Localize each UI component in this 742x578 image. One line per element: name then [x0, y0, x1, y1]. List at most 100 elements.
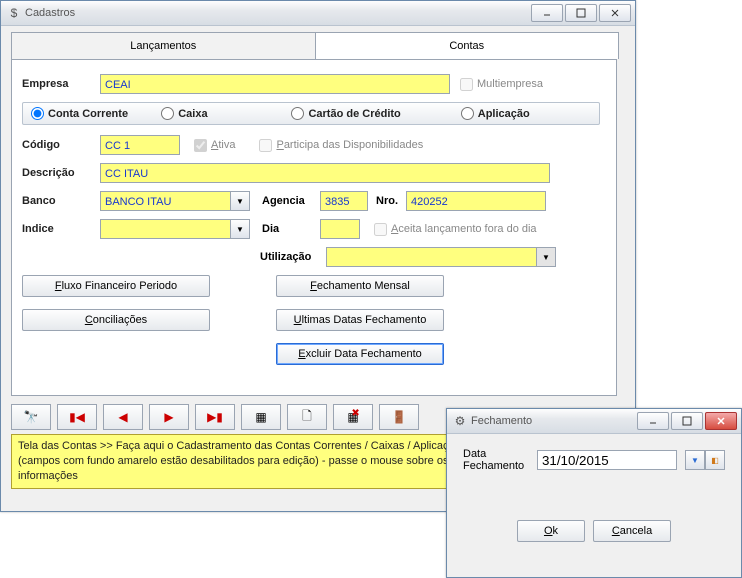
- dialog-icon: ⚙: [453, 414, 467, 428]
- combo-utilizacao[interactable]: ▼: [326, 247, 556, 267]
- chk-ativa-box[interactable]: [194, 139, 207, 152]
- tab-contas[interactable]: Contas: [316, 33, 619, 59]
- label-indice: Indice: [22, 223, 100, 235]
- nav-search[interactable]: 🔭: [11, 404, 51, 430]
- row-indice: Indice ▼ Dia Aceita lançamento fora do d…: [22, 219, 606, 239]
- input-banco[interactable]: BANCO ITAU: [100, 191, 230, 211]
- input-data-fechamento[interactable]: [537, 450, 677, 470]
- chk-ativa-label: Ativa: [211, 139, 235, 151]
- dialog-titlebar: ⚙ Fechamento: [447, 409, 741, 434]
- exit-icon: 🚪: [392, 410, 407, 424]
- btn-conciliacoes[interactable]: Conciliações: [22, 309, 210, 331]
- radio-aplicacao-label: Aplicação: [478, 108, 530, 120]
- label-banco: Banco: [22, 195, 100, 207]
- radio-cartao-label: Cartão de Crédito: [308, 108, 400, 120]
- input-descricao[interactable]: CC ITAU: [100, 163, 550, 183]
- maximize-button[interactable]: [565, 4, 597, 22]
- maximize-icon: [682, 416, 692, 426]
- last-icon: ▶▮: [207, 410, 223, 424]
- fechamento-dialog: ⚙ Fechamento Data Fechamento ▼ ◧ Ok Canc…: [446, 408, 742, 578]
- close-button[interactable]: [599, 4, 631, 22]
- radio-cartao[interactable]: Cartão de Crédito: [291, 107, 460, 120]
- btn-cancela[interactable]: Cancela: [593, 520, 671, 542]
- delete-icon: ▦✖: [347, 410, 358, 424]
- radio-caixa-input[interactable]: [161, 107, 174, 120]
- chk-aceita-label: Aceita lançamento fora do dia: [391, 223, 537, 235]
- dialog-body: Data Fechamento ▼ ◧ Ok Cancela: [447, 434, 741, 558]
- btn-fechamento-mensal[interactable]: Fechamento Mensal: [276, 275, 444, 297]
- account-type-strip: Conta Corrente Caixa Cartão de Crédito A…: [22, 102, 600, 125]
- tab-lancamentos[interactable]: Lançamentos: [12, 33, 316, 59]
- chk-participa[interactable]: Participa das Disponibilidades: [259, 139, 423, 152]
- radio-aplicacao-input[interactable]: [461, 107, 474, 120]
- radio-conta-corrente-input[interactable]: [31, 107, 44, 120]
- dialog-minimize-button[interactable]: [637, 412, 669, 430]
- nav-delete[interactable]: ▦✖: [333, 404, 373, 430]
- label-agencia: Agencia: [262, 195, 320, 207]
- radio-aplicacao[interactable]: Aplicação: [461, 107, 591, 120]
- main-titlebar: $ Cadastros: [1, 1, 635, 26]
- input-agencia[interactable]: 3835: [320, 191, 368, 211]
- input-codigo[interactable]: CC 1: [100, 135, 180, 155]
- input-dia[interactable]: [320, 219, 360, 239]
- radio-caixa[interactable]: Caixa: [161, 107, 291, 120]
- utilizacao-dropdown-icon[interactable]: ▼: [536, 247, 556, 267]
- radio-conta-corrente[interactable]: Conta Corrente: [31, 107, 161, 120]
- row-utilizacao: Utilização ▼: [22, 247, 606, 267]
- radio-conta-corrente-label: Conta Corrente: [48, 108, 128, 120]
- minimize-icon: [542, 8, 552, 18]
- chk-aceita-box[interactable]: [374, 223, 387, 236]
- label-data-fechamento: Data Fechamento: [463, 448, 529, 472]
- row-empresa: Empresa CEAI Multiempresa: [22, 74, 606, 94]
- combo-indice[interactable]: ▼: [100, 219, 250, 239]
- nav-next[interactable]: ▶: [149, 404, 189, 430]
- input-utilizacao[interactable]: [326, 247, 536, 267]
- dialog-buttons: Ok Cancela: [463, 520, 725, 542]
- indice-dropdown-icon[interactable]: ▼: [230, 219, 250, 239]
- binoculars-icon: 🔭: [24, 410, 39, 424]
- banco-dropdown-icon[interactable]: ▼: [230, 191, 250, 211]
- label-nro: Nro.: [376, 195, 406, 207]
- tabs: Lançamentos Contas: [11, 32, 619, 59]
- radio-cartao-input[interactable]: [291, 107, 304, 120]
- chk-multiempresa[interactable]: Multiempresa: [460, 78, 543, 91]
- chk-ativa[interactable]: Ativa: [194, 139, 235, 152]
- input-indice[interactable]: [100, 219, 230, 239]
- main-title: Cadastros: [25, 7, 75, 19]
- radio-caixa-label: Caixa: [178, 108, 207, 120]
- nav-grid[interactable]: ▦: [241, 404, 281, 430]
- nav-prev[interactable]: ◀: [103, 404, 143, 430]
- btn-fluxo[interactable]: Fluxo Financeiro Periodo: [22, 275, 210, 297]
- date-dropdown-button[interactable]: ▼: [685, 450, 705, 470]
- prev-icon: ◀: [118, 410, 127, 424]
- close-icon: [610, 8, 620, 18]
- row-data-fechamento: Data Fechamento ▼ ◧: [463, 448, 725, 472]
- nav-exit[interactable]: 🚪: [379, 404, 419, 430]
- new-icon: 🗋: [302, 407, 312, 428]
- chk-multiempresa-label: Multiempresa: [477, 78, 543, 90]
- next-icon: ▶: [164, 410, 173, 424]
- minimize-button[interactable]: [531, 4, 563, 22]
- btn-ok[interactable]: Ok: [517, 520, 585, 542]
- close-icon: [716, 416, 726, 426]
- grid-icon: ▦: [255, 410, 266, 424]
- label-empresa: Empresa: [22, 78, 100, 90]
- chk-multiempresa-box[interactable]: [460, 78, 473, 91]
- btn-ultimas[interactable]: Ultimas Datas Fechamento: [276, 309, 444, 331]
- nav-new[interactable]: 🗋: [287, 404, 327, 430]
- nav-last[interactable]: ▶▮: [195, 404, 235, 430]
- app-icon: $: [7, 6, 21, 20]
- input-empresa[interactable]: CEAI: [100, 74, 450, 94]
- btn-excluir[interactable]: Excluir Data Fechamento: [276, 343, 444, 365]
- dialog-close-button[interactable]: [705, 412, 737, 430]
- date-calendar-button[interactable]: ◧: [705, 450, 725, 470]
- dialog-title: Fechamento: [471, 415, 532, 427]
- dialog-maximize-button[interactable]: [671, 412, 703, 430]
- chk-aceita[interactable]: Aceita lançamento fora do dia: [374, 223, 537, 236]
- combo-banco[interactable]: BANCO ITAU ▼: [100, 191, 250, 211]
- chk-participa-box[interactable]: [259, 139, 272, 152]
- row-descricao: Descrição CC ITAU: [22, 163, 606, 183]
- input-nro[interactable]: 420252: [406, 191, 546, 211]
- minimize-icon: [648, 416, 658, 426]
- nav-first[interactable]: ▮◀: [57, 404, 97, 430]
